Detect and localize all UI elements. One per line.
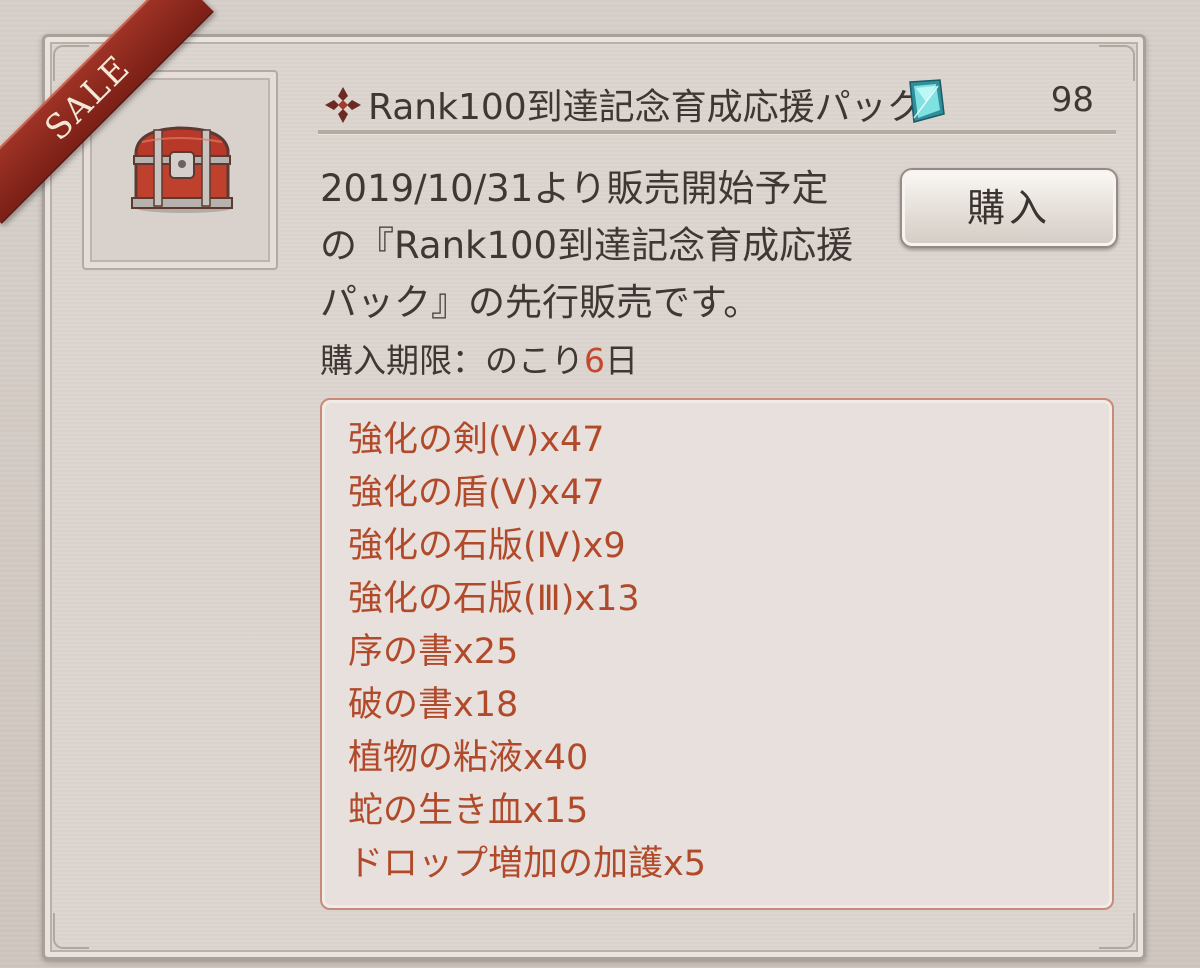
purchase-deadline: 購入期限：のこり6日 <box>320 334 638 382</box>
diamond-cross-icon <box>325 87 361 123</box>
corner-ornament <box>53 913 89 949</box>
deadline-days: 6 <box>584 341 605 380</box>
deadline-unit: 日 <box>605 341 638 380</box>
list-item: 序の書x25 <box>348 632 519 672</box>
description-line: 2019/10/31より販売開始予定 <box>320 167 829 210</box>
list-item: ドロップ増加の加護x5 <box>348 844 706 884</box>
description-line: の『Rank100到達記念育成応援 <box>320 224 854 267</box>
deadline-label: 購入期限：のこり <box>320 341 584 380</box>
list-item: 強化の石版(Ⅲ)x13 <box>348 579 640 619</box>
list-item: 強化の盾(Ⅴ)x47 <box>348 473 605 513</box>
buy-button[interactable]: 購入 <box>900 168 1118 248</box>
list-item: 破の書x18 <box>348 685 519 725</box>
corner-ornament <box>1099 913 1135 949</box>
list-item: 強化の石版(Ⅳ)x9 <box>348 526 626 566</box>
product-title: Rank100到達記念育成応援パック <box>368 87 923 128</box>
product-count: 98 <box>1050 80 1094 120</box>
sale-ribbon-wrap: SALE <box>0 0 260 240</box>
pack-contents-list: 強化の剣(Ⅴ)x47 強化の盾(Ⅴ)x47 強化の石版(Ⅳ)x9 強化の石版(Ⅲ… <box>320 398 1114 910</box>
description-line: パック』の先行販売です。 <box>320 281 761 324</box>
list-item: 強化の剣(Ⅴ)x47 <box>348 420 605 460</box>
list-item: 植物の粘液x40 <box>348 738 589 778</box>
crystal-gem-icon <box>909 79 945 123</box>
product-description: 2019/10/31より販売開始予定 の『Rank100到達記念育成応援 パック… <box>320 160 880 331</box>
product-title-row: Rank100到達記念育成応援パック 98 <box>318 74 1118 128</box>
title-divider <box>318 130 1116 135</box>
sale-ribbon: SALE <box>0 0 214 224</box>
sale-ribbon-label: SALE <box>37 47 139 149</box>
list-item: 蛇の生き血x15 <box>348 791 589 831</box>
